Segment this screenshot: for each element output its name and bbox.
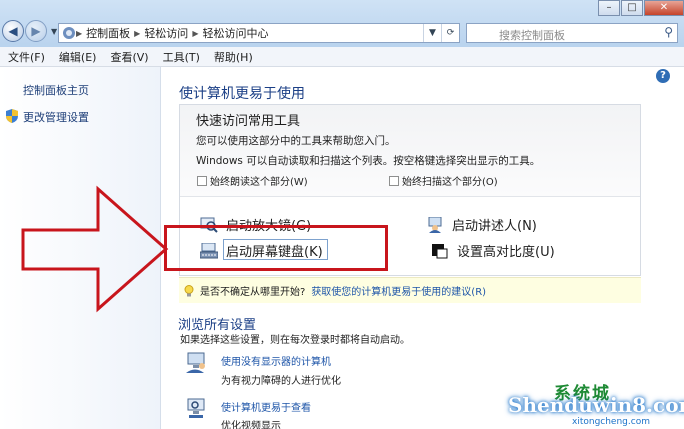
forward-arrow-icon[interactable]: ▶: [25, 20, 47, 42]
close-button[interactable]: ✕: [644, 0, 684, 16]
tip-bar: 是否不确定从哪里开始? 获取使您的计算机更易于使用的建议(R): [179, 277, 641, 303]
quick-access-intro: 您可以使用这部分中的工具来帮助您入门。: [196, 135, 396, 147]
checkbox-always-read-label: 始终朗读这个部分(W): [210, 177, 308, 188]
checkbox-always-read[interactable]: 始终朗读这个部分(W): [197, 173, 308, 188]
history-dropdown-icon[interactable]: ▼: [51, 27, 57, 36]
menu-help[interactable]: 帮助(H): [214, 49, 253, 65]
quick-access-scan-info: Windows 可以自动读取和扫描这个列表。按空格键选择突出显示的工具。: [196, 155, 541, 167]
tool-high-contrast[interactable]: 设置高对比度(U): [431, 241, 555, 260]
back-arrow-icon[interactable]: ◀: [2, 20, 24, 42]
title-bar: – □ ✕ ◀ ▶ ▼ ▶ 控制面板 ▶ 轻松访问 ▶ 轻松访问中心 ▼ ⟳ 搜…: [0, 0, 684, 47]
checkbox-box[interactable]: [389, 175, 399, 186]
checkbox-box[interactable]: [197, 175, 207, 186]
help-icon[interactable]: ?: [656, 69, 670, 83]
control-panel-icon: [63, 27, 75, 39]
high-contrast-icon: [432, 243, 448, 258]
lightbulb-icon: [184, 284, 194, 296]
make-easier-to-see-icon: [187, 398, 205, 418]
tip-question: 是否不确定从哪里开始?: [200, 287, 306, 298]
search-input[interactable]: 搜索控制面板 ⚲: [466, 23, 678, 43]
minimize-button[interactable]: –: [598, 0, 620, 16]
narrator-icon: [428, 216, 442, 233]
page-title: 使计算机更易于使用: [179, 86, 305, 102]
checkbox-always-scan-label: 始终扫描这个部分(O): [402, 177, 498, 188]
maximize-button[interactable]: □: [621, 0, 643, 16]
menu-file[interactable]: 文件(F): [8, 49, 45, 65]
window-controls: – □ ✕: [597, 0, 684, 18]
watermark-main-text: Shenduwin8.com: [508, 393, 684, 417]
menu-edit[interactable]: 编辑(E): [59, 49, 97, 65]
breadcrumb-control-panel[interactable]: 控制面板: [86, 25, 130, 41]
sidebar-link-control-panel-home[interactable]: 控制面板主页: [23, 82, 89, 98]
menu-tools[interactable]: 工具(T): [163, 49, 200, 65]
highlight-box: [164, 225, 388, 271]
menu-bar: 文件(F) 编辑(E) 查看(V) 工具(T) 帮助(H): [0, 47, 684, 67]
breadcrumb-separator-icon: ▶: [192, 28, 199, 38]
tool-narrator[interactable]: 启动讲述人(N): [426, 215, 537, 234]
watermark-sub-text: xitongcheng.com: [572, 417, 650, 427]
computer-without-display-icon: [186, 352, 205, 373]
quick-access-header: 快速访问常用工具 您可以使用这部分中的工具来帮助您入门。 Windows 可以自…: [180, 105, 640, 197]
address-bar[interactable]: ▶ 控制面板 ▶ 轻松访问 ▶ 轻松访问中心 ▼ ⟳: [58, 23, 460, 43]
address-bar-buttons: ▼ ⟳: [423, 24, 459, 42]
search-icon[interactable]: ⚲: [664, 25, 673, 39]
browse-settings-subtitle: 如果选择这些设置，则在每次登录时都将自动启动。: [180, 335, 410, 346]
nav-buttons: ◀ ▶ ▼: [2, 20, 60, 42]
sidebar-link-change-admin-settings[interactable]: 更改管理设置: [23, 109, 89, 125]
link-use-without-display[interactable]: 使用没有显示器的计算机: [221, 353, 331, 368]
breadcrumb-ease-of-access[interactable]: 轻松访问: [144, 25, 188, 41]
quick-access-title: 快速访问常用工具: [196, 114, 301, 129]
breadcrumb-separator-icon: ▶: [134, 28, 141, 38]
right-arrow-annotation-icon: [21, 185, 169, 313]
menu-view[interactable]: 查看(V): [110, 49, 148, 65]
desc-make-easier-to-see: 优化视频显示: [221, 421, 281, 429]
link-make-easier-to-see[interactable]: 使计算机更易于查看: [221, 399, 311, 414]
checkbox-always-scan[interactable]: 始终扫描这个部分(O): [389, 173, 498, 188]
tip-recommendations-link[interactable]: 获取使您的计算机更易于使用的建议(R): [311, 283, 486, 298]
search-placeholder: 搜索控制面板: [499, 29, 565, 42]
shield-icon: [6, 109, 18, 123]
refresh-icon[interactable]: ⟳: [441, 24, 459, 42]
desc-use-without-display: 为有视力障碍的人进行优化: [221, 376, 341, 387]
address-dropdown-icon[interactable]: ▼: [423, 24, 441, 42]
tool-high-contrast-label: 设置高对比度(U): [457, 245, 555, 260]
tool-narrator-label: 启动讲述人(N): [452, 219, 537, 234]
watermark-logo: 系统城 Shenduwin8.com xitongcheng.com: [508, 379, 684, 429]
breadcrumb-separator-icon: ▶: [76, 28, 83, 38]
breadcrumb-ease-of-access-center[interactable]: 轻松访问中心: [202, 25, 268, 41]
